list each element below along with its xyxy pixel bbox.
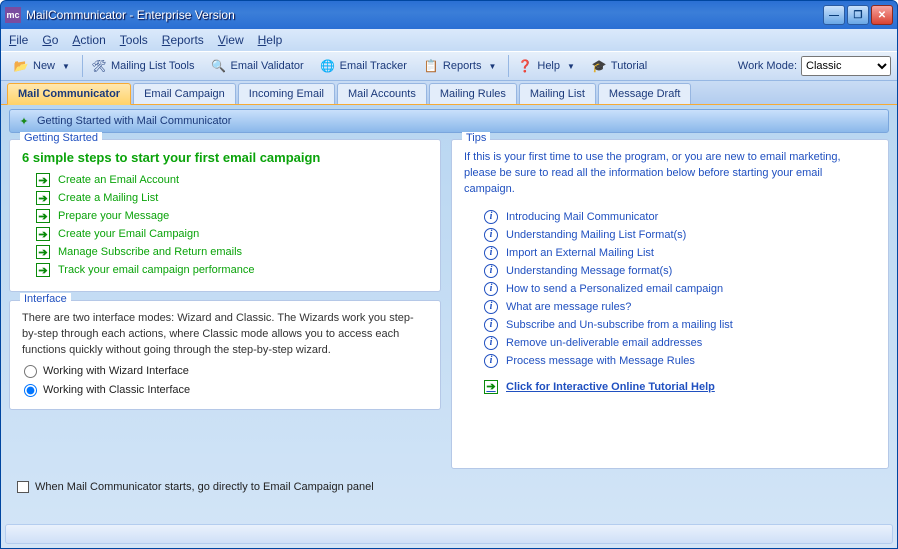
info-icon: i (484, 228, 498, 242)
radio-wizard-input[interactable] (24, 365, 37, 378)
reports-button[interactable]: 📋 Reports ▼ (417, 56, 502, 76)
chevron-down-icon: ▼ (62, 62, 70, 71)
arrow-right-icon: ➔ (36, 263, 50, 277)
tab-message-draft[interactable]: Message Draft (598, 83, 692, 104)
tab-mail-accounts[interactable]: Mail Accounts (337, 83, 427, 104)
step-track-performance[interactable]: ➔Track your email campaign performance (36, 263, 428, 277)
getting-started-heading: 6 simple steps to start your first email… (22, 150, 428, 165)
toolbar: 📂 New ▼ 🛠 Mailing List Tools 🔍 Email Val… (1, 51, 897, 81)
tips-panel: Tips If this is your first time to use t… (451, 139, 889, 469)
chevron-down-icon: ▼ (567, 62, 575, 71)
info-icon: i (484, 336, 498, 350)
info-icon: i (484, 264, 498, 278)
content-area: Getting Started 6 simple steps to start … (1, 133, 897, 475)
interface-panel: Interface There are two interface modes:… (9, 300, 441, 410)
tip-link-subscribe[interactable]: iSubscribe and Un-subscribe from a maili… (484, 318, 876, 332)
minimize-button[interactable]: — (823, 5, 845, 25)
radio-classic-input[interactable] (24, 384, 37, 397)
arrow-right-icon: ➔ (36, 245, 50, 259)
folder-icon: 📂 (13, 58, 29, 74)
info-icon: i (484, 282, 498, 296)
work-mode-label: Work Mode: (738, 60, 797, 72)
arrow-right-icon: ➔ (36, 209, 50, 223)
close-button[interactable]: ✕ (871, 5, 893, 25)
radio-classic[interactable]: Working with Classic Interface (24, 384, 428, 397)
step-create-campaign[interactable]: ➔Create your Email Campaign (36, 227, 428, 241)
startup-checkbox[interactable] (17, 481, 29, 493)
tab-mail-communicator[interactable]: Mail Communicator (7, 83, 131, 105)
getting-started-panel: Getting Started 6 simple steps to start … (9, 139, 441, 292)
tutorial-button[interactable]: 🎓 Tutorial (585, 56, 653, 76)
tools-icon: 🛠 (91, 58, 107, 74)
tabstrip: Mail Communicator Email Campaign Incomin… (1, 81, 897, 105)
help-icon: ❓ (517, 58, 533, 74)
step-manage-subscribe[interactable]: ➔Manage Subscribe and Return emails (36, 245, 428, 259)
tip-link-message-rules[interactable]: iWhat are message rules? (484, 300, 876, 314)
search-icon: 🔍 (211, 58, 227, 74)
arrow-right-icon: ➔ (36, 227, 50, 241)
radio-wizard[interactable]: Working with Wizard Interface (24, 365, 428, 378)
step-create-mailing-list[interactable]: ➔Create a Mailing List (36, 191, 428, 205)
app-window: mc MailCommunicator - Enterprise Version… (0, 0, 898, 549)
email-validator-button[interactable]: 🔍 Email Validator (205, 56, 310, 76)
menu-reports[interactable]: Reports (162, 33, 204, 47)
menu-action[interactable]: Action (72, 33, 105, 47)
subheader-text: Getting Started with Mail Communicator (37, 115, 231, 127)
mailing-list-tools-button[interactable]: 🛠 Mailing List Tools (85, 56, 201, 76)
interface-text: There are two interface modes: Wizard an… (22, 311, 428, 359)
arrow-right-icon: ➔ (36, 191, 50, 205)
separator (82, 55, 83, 77)
work-mode-select[interactable]: Classic (801, 56, 891, 76)
info-icon: i (484, 210, 498, 224)
getting-started-legend: Getting Started (20, 132, 102, 144)
step-prepare-message[interactable]: ➔Prepare your Message (36, 209, 428, 223)
report-icon: 📋 (423, 58, 439, 74)
tip-link-process-rules[interactable]: iProcess message with Message Rules (484, 354, 876, 368)
separator (508, 55, 509, 77)
info-icon: i (484, 318, 498, 332)
app-icon: mc (5, 7, 21, 23)
tip-link-import-list[interactable]: iImport an External Mailing List (484, 246, 876, 260)
tip-link-list-format[interactable]: iUnderstanding Mailing List Format(s) (484, 228, 876, 242)
info-icon: i (484, 354, 498, 368)
titlebar: mc MailCommunicator - Enterprise Version… (1, 1, 897, 29)
tip-link-personalized[interactable]: iHow to send a Personalized email campai… (484, 282, 876, 296)
window-title: MailCommunicator - Enterprise Version (26, 8, 235, 22)
subheader: ✦ Getting Started with Mail Communicator (9, 109, 889, 133)
tutorial-icon: 🎓 (591, 58, 607, 74)
menu-go[interactable]: Go (42, 33, 58, 47)
menubar: File Go Action Tools Reports View Help (1, 29, 897, 51)
info-icon: i (484, 246, 498, 260)
tab-email-campaign[interactable]: Email Campaign (133, 83, 236, 104)
globe-icon: 🌐 (320, 58, 336, 74)
menu-tools[interactable]: Tools (120, 33, 148, 47)
arrow-right-icon: ➔ (484, 380, 498, 394)
maximize-button[interactable]: ❐ (847, 5, 869, 25)
tip-link-intro[interactable]: iIntroducing Mail Communicator (484, 210, 876, 224)
startup-checkbox-label: When Mail Communicator starts, go direct… (35, 481, 374, 493)
step-create-account[interactable]: ➔Create an Email Account (36, 173, 428, 187)
tab-mailing-list[interactable]: Mailing List (519, 83, 596, 104)
statusbar (5, 524, 893, 544)
menu-help[interactable]: Help (258, 33, 283, 47)
new-button[interactable]: 📂 New ▼ (7, 56, 76, 76)
startup-checkbox-row[interactable]: When Mail Communicator starts, go direct… (17, 481, 897, 493)
tip-link-message-format[interactable]: iUnderstanding Message format(s) (484, 264, 876, 278)
chevron-down-icon: ▼ (488, 62, 496, 71)
menu-file[interactable]: File (9, 33, 28, 47)
wand-icon: ✦ (16, 113, 32, 129)
email-tracker-button[interactable]: 🌐 Email Tracker (314, 56, 413, 76)
interface-legend: Interface (20, 293, 71, 305)
tab-incoming-email[interactable]: Incoming Email (238, 83, 335, 104)
tips-intro: If this is your first time to use the pr… (464, 150, 876, 198)
tip-link-remove-undeliverable[interactable]: iRemove un-deliverable email addresses (484, 336, 876, 350)
tips-legend: Tips (462, 132, 490, 144)
arrow-right-icon: ➔ (36, 173, 50, 187)
help-button[interactable]: ❓ Help ▼ (511, 56, 581, 76)
tutorial-link[interactable]: ➔Click for Interactive Online Tutorial H… (484, 380, 876, 394)
menu-view[interactable]: View (218, 33, 244, 47)
info-icon: i (484, 300, 498, 314)
tab-mailing-rules[interactable]: Mailing Rules (429, 83, 517, 104)
